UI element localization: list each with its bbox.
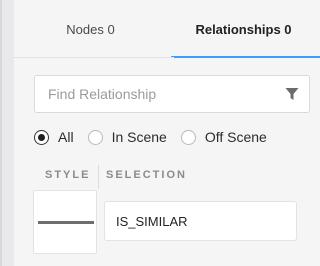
relationships-panel: Nodes 0 Relationships 0 All In Scene Off… [14, 0, 320, 266]
search-input[interactable] [35, 76, 275, 112]
relationship-line-preview [38, 221, 94, 224]
relationship-type-item[interactable]: IS_SIMILAR [104, 201, 297, 241]
radio-off-scene[interactable]: Off Scene [180, 129, 267, 145]
canvas-divider [0, 0, 2, 266]
tab-nodes-label: Nodes 0 [66, 21, 115, 37]
filter-funnel-icon [285, 88, 299, 100]
radio-in-scene-label: In Scene [111, 129, 167, 145]
radio-all-label: All [58, 129, 74, 145]
radio-in-scene[interactable]: In Scene [87, 129, 167, 145]
scope-radio-group: All In Scene Off Scene [34, 126, 281, 148]
relationship-type-label: IS_SIMILAR [116, 213, 188, 229]
style-column-header: STYLE [45, 169, 91, 181]
tab-relationships[interactable]: Relationships 0 [167, 0, 320, 58]
selection-column-header: SELECTION [106, 169, 187, 181]
tab-relationships-label: Relationships 0 [195, 21, 292, 37]
tab-bar: Nodes 0 Relationships 0 [14, 0, 320, 58]
radio-off-scene-label: Off Scene [204, 129, 267, 145]
relationship-style-swatch[interactable] [33, 190, 97, 254]
radio-all[interactable]: All [34, 129, 74, 145]
tab-nodes[interactable]: Nodes 0 [14, 0, 167, 58]
find-relationship-search [34, 75, 310, 113]
graph-canvas-edge [0, 0, 14, 266]
radio-all-indicator[interactable] [34, 129, 49, 145]
radio-in-scene-indicator[interactable] [87, 129, 103, 145]
radio-off-scene-indicator[interactable] [180, 129, 196, 145]
filter-icon[interactable] [275, 76, 309, 112]
tab-divider [14, 57, 174, 58]
column-divider [98, 165, 99, 189]
